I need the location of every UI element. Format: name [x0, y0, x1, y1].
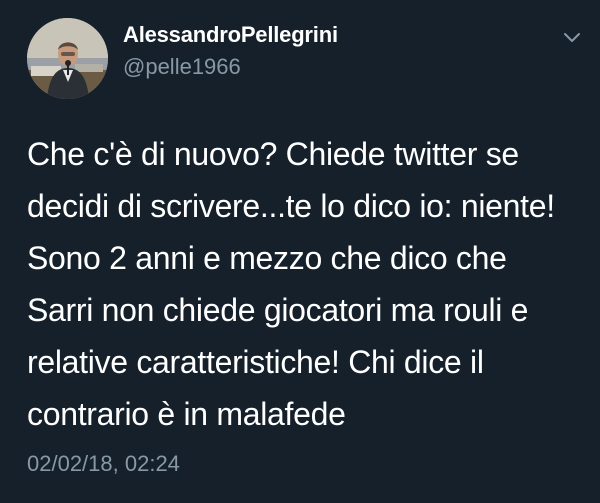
avatar[interactable]	[27, 18, 108, 99]
tweet-text: Che c'è di nuovo? Chiede twitter se deci…	[27, 136, 555, 432]
user-handle[interactable]: @pelle1966	[123, 54, 241, 80]
profile-photo-icon	[27, 18, 108, 99]
chevron-down-icon[interactable]	[558, 26, 586, 48]
tweet-card: AlessandroPellegrini @pelle1966 Che c'è …	[0, 0, 600, 503]
tweet-timestamp[interactable]: 02/02/18, 02:24	[27, 451, 180, 477]
display-name[interactable]: AlessandroPellegrini	[123, 22, 338, 48]
